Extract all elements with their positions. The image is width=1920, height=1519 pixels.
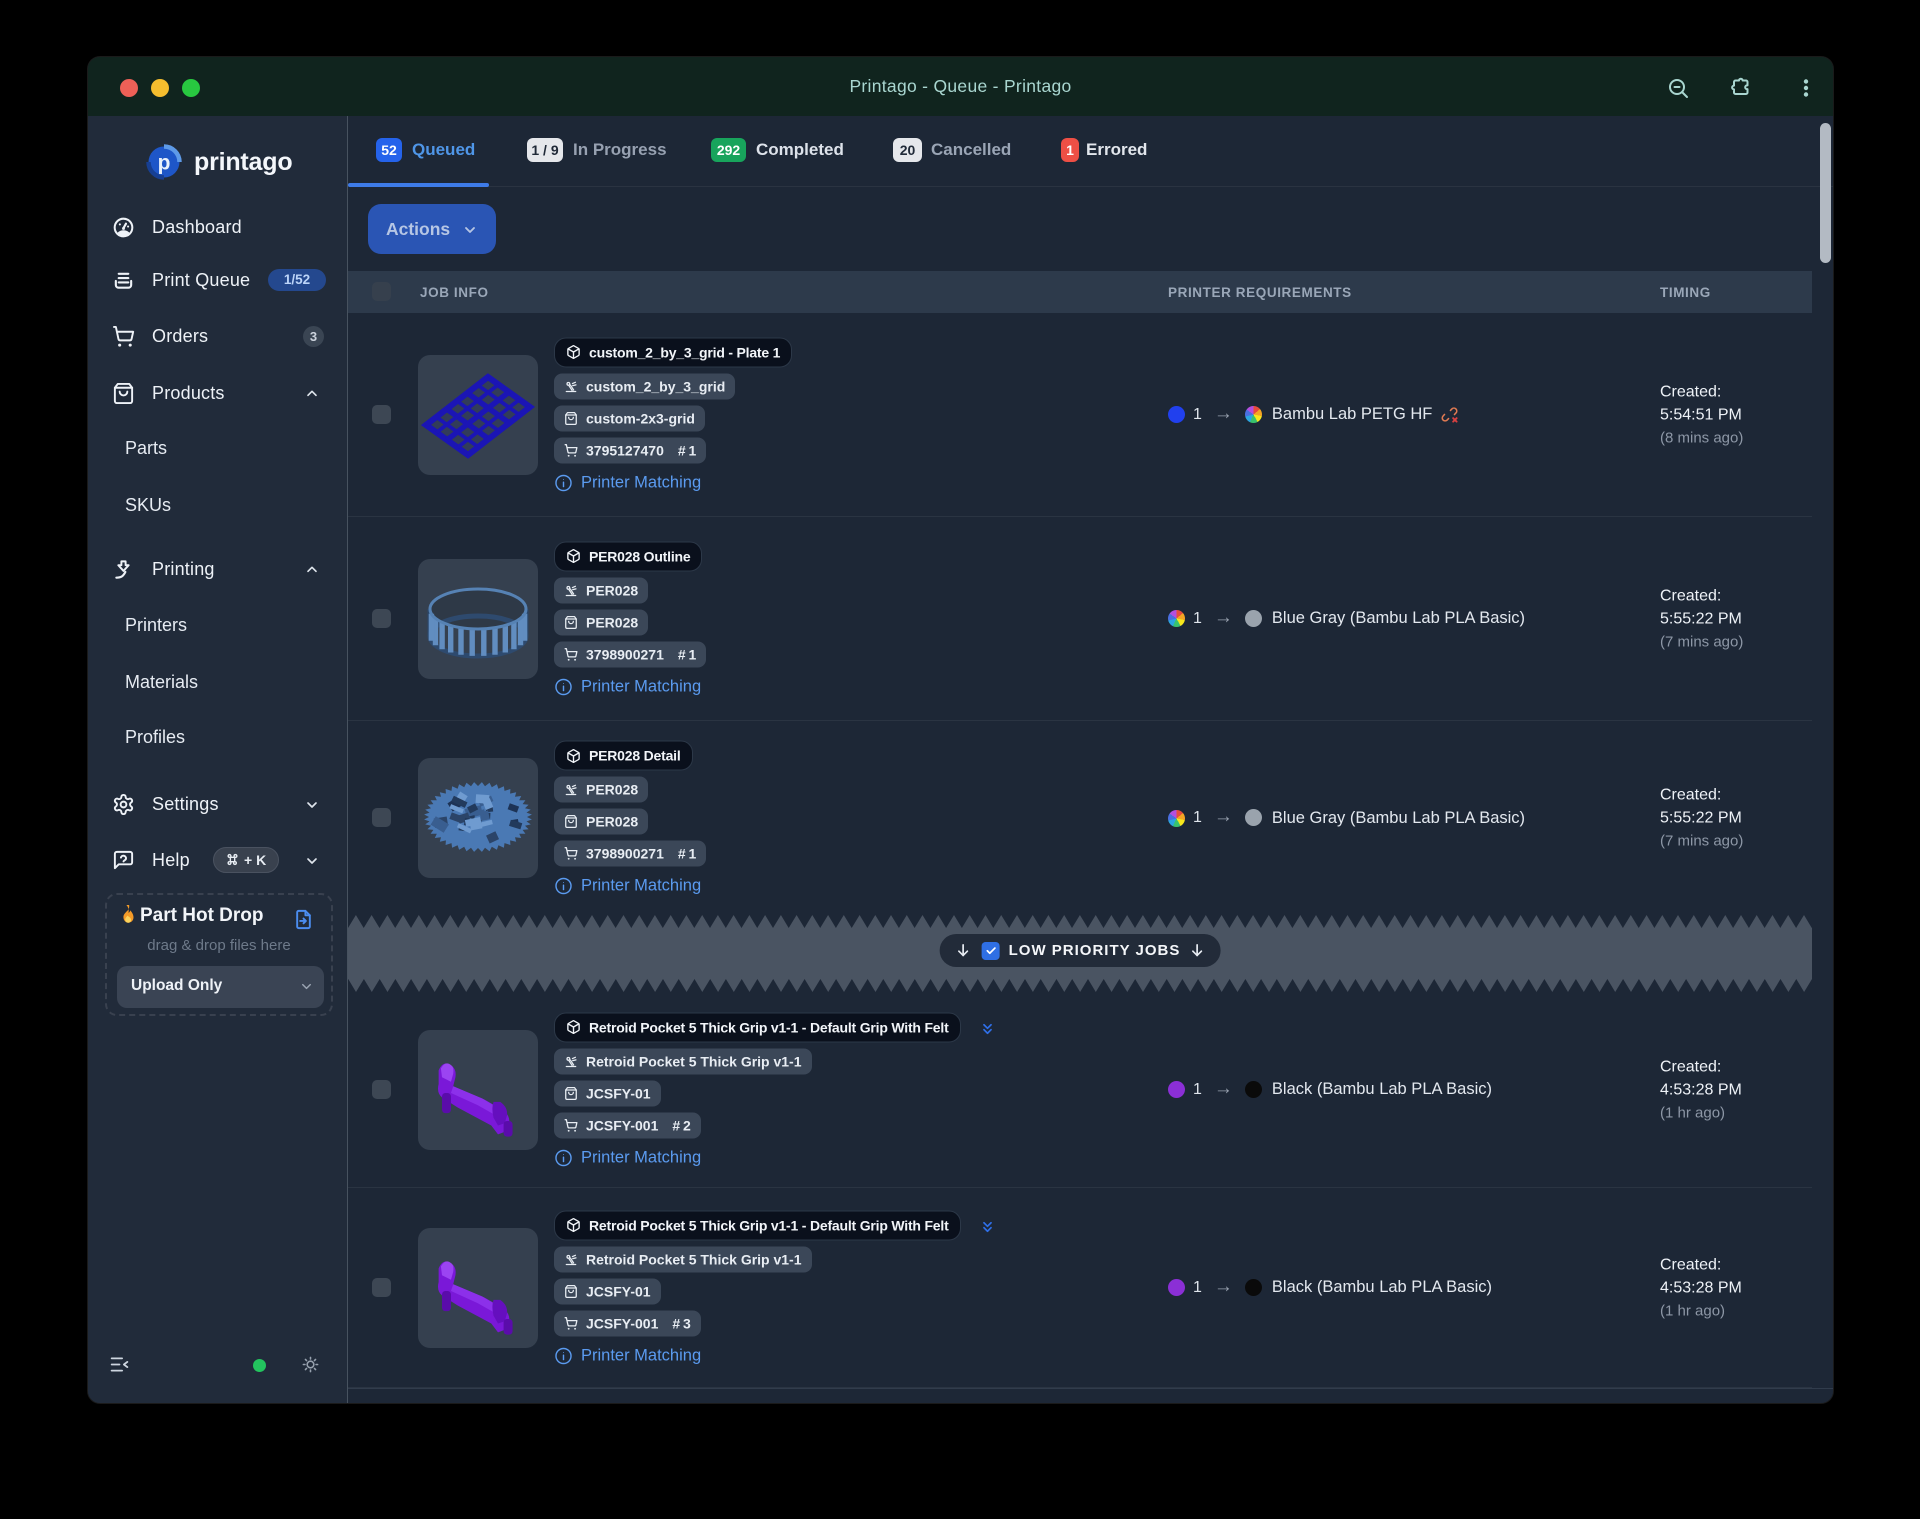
svg-text:p: p — [158, 152, 171, 175]
